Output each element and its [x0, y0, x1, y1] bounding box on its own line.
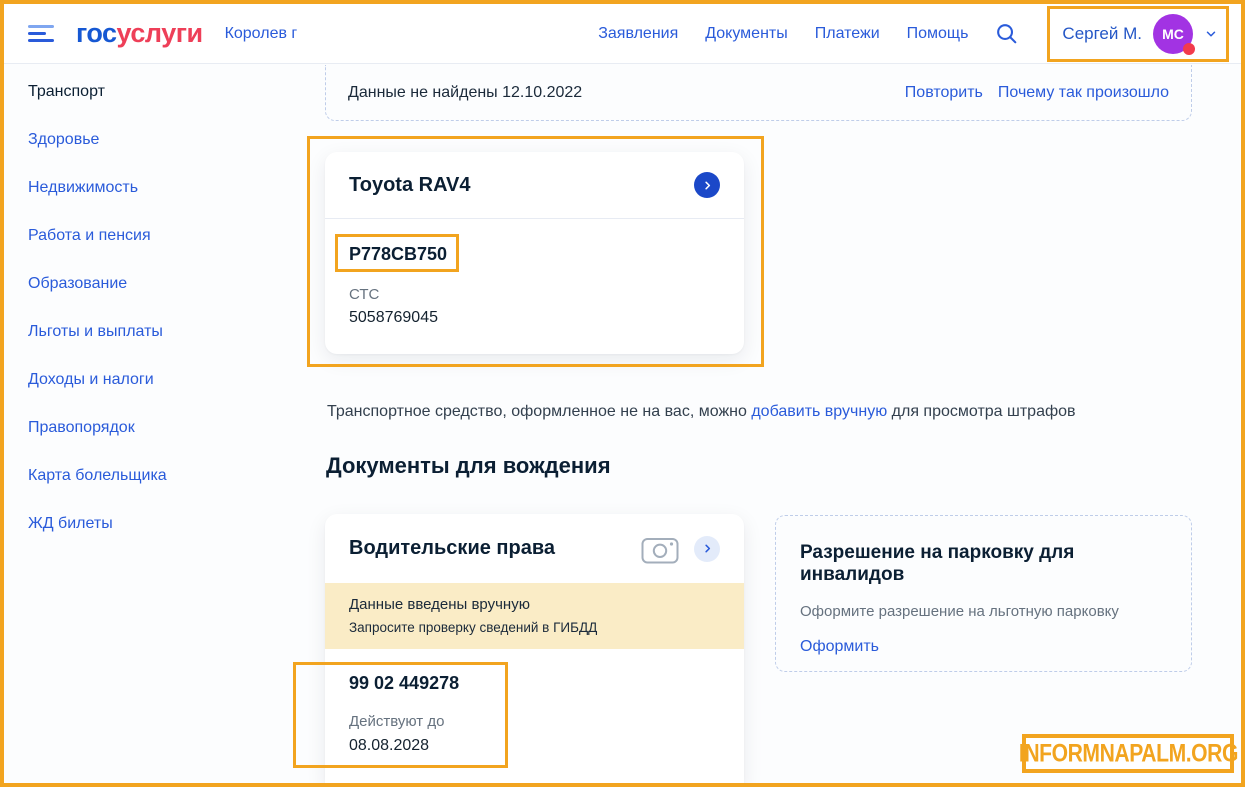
camera-icon[interactable] [641, 533, 679, 564]
sidebar: Транспорт Здоровье Недвижимость Работа и… [28, 81, 298, 534]
driving-documents-heading: Документы для вождения [326, 453, 611, 479]
status-message: Данные не найдены 12.10.2022 [348, 84, 582, 102]
sts-label: СТС [349, 286, 720, 303]
driver-license-number: 99 02 449278 [349, 673, 720, 694]
retry-link[interactable]: Повторить [905, 84, 983, 102]
chevron-down-icon[interactable] [1204, 27, 1218, 41]
valid-until-date: 08.08.2028 [349, 737, 720, 755]
sidebar-item-law-order[interactable]: Правопорядок [28, 417, 298, 438]
search-icon[interactable] [995, 22, 1018, 45]
vehicle-title: Toyota RAV4 [349, 174, 471, 197]
disabled-parking-card: Разрешение на парковку для инвалидов Офо… [775, 515, 1192, 672]
driver-license-card[interactable]: Водительские права Данные введены вручну… [325, 514, 744, 787]
nav-help[interactable]: Помощь [907, 25, 969, 43]
nav-documents[interactable]: Документы [705, 25, 787, 43]
manual-data-banner: Данные введены вручную Запросите проверк… [325, 583, 744, 649]
top-header: госуслуги Королев г Заявления Документы … [4, 4, 1241, 64]
gosuslugi-logo[interactable]: госуслуги [76, 18, 203, 49]
sidebar-item-income-taxes[interactable]: Доходы и налоги [28, 369, 298, 390]
driver-license-title: Водительские права [349, 537, 555, 560]
manual-add-note: Транспортное средство, оформленное не на… [327, 403, 1187, 421]
logo-part-blue: гос [76, 18, 117, 48]
vehicle-open-button[interactable] [694, 172, 720, 198]
nav-payments[interactable]: Платежи [815, 25, 880, 43]
user-name[interactable]: Сергей М. [1062, 24, 1142, 44]
parking-title: Разрешение на парковку для инвалидов [800, 542, 1167, 586]
note-text-before: Транспортное средство, оформленное не на… [327, 403, 751, 420]
sidebar-item-benefits[interactable]: Льготы и выплаты [28, 321, 298, 342]
avatar-initials: МС [1162, 26, 1184, 42]
banner-title: Данные введены вручную [349, 596, 720, 613]
apply-parking-link[interactable]: Оформить [800, 638, 879, 656]
avatar[interactable]: МС [1153, 14, 1193, 54]
menu-icon[interactable] [28, 25, 54, 42]
notification-dot [1183, 43, 1195, 55]
logo-part-red: услуги [117, 18, 203, 48]
watermark-text: INFORMNAPALM.ORG [1018, 739, 1237, 768]
sidebar-item-rail-tickets[interactable]: ЖД билеты [28, 513, 298, 534]
sidebar-item-realty[interactable]: Недвижимость [28, 177, 298, 198]
informnapalm-watermark: INFORMNAPALM.ORG [1022, 734, 1234, 773]
sidebar-item-work-pension[interactable]: Работа и пенсия [28, 225, 298, 246]
user-menu-annotation-box[interactable]: Сергей М. МС [1047, 6, 1229, 62]
sts-number: 5058769045 [349, 309, 720, 327]
note-text-after: для просмотра штрафов [887, 403, 1075, 420]
gosuslugi-transport-page: госуслуги Королев г Заявления Документы … [0, 0, 1245, 787]
sidebar-item-health[interactable]: Здоровье [28, 129, 298, 150]
sidebar-item-education[interactable]: Образование [28, 273, 298, 294]
valid-until-label: Действуют до [349, 713, 720, 730]
location-selector[interactable]: Королев г [225, 25, 298, 43]
chevron-right-icon [702, 543, 713, 554]
why-happened-link[interactable]: Почему так произошло [998, 84, 1169, 102]
header-nav: Заявления Документы Платежи Помощь Серге… [598, 6, 1229, 62]
nav-statements[interactable]: Заявления [598, 25, 678, 43]
banner-subtitle: Запросите проверку сведений в ГИБДД [349, 620, 720, 635]
sidebar-item-fan-card[interactable]: Карта болельщика [28, 465, 298, 486]
add-manually-link[interactable]: добавить вручную [751, 403, 887, 420]
parking-subtitle: Оформите разрешение на льготную парковку [800, 603, 1167, 620]
chevron-right-icon [702, 180, 713, 191]
sidebar-item-transport[interactable]: Транспорт [28, 81, 298, 102]
license-plate: Р778СВ750 [349, 244, 720, 265]
vehicle-card[interactable]: Toyota RAV4 Р778СВ750 СТС 5058769045 [325, 152, 744, 354]
driver-license-open-button[interactable] [694, 536, 720, 562]
data-not-found-card: Данные не найдены 12.10.2022 Повторить П… [325, 65, 1192, 121]
